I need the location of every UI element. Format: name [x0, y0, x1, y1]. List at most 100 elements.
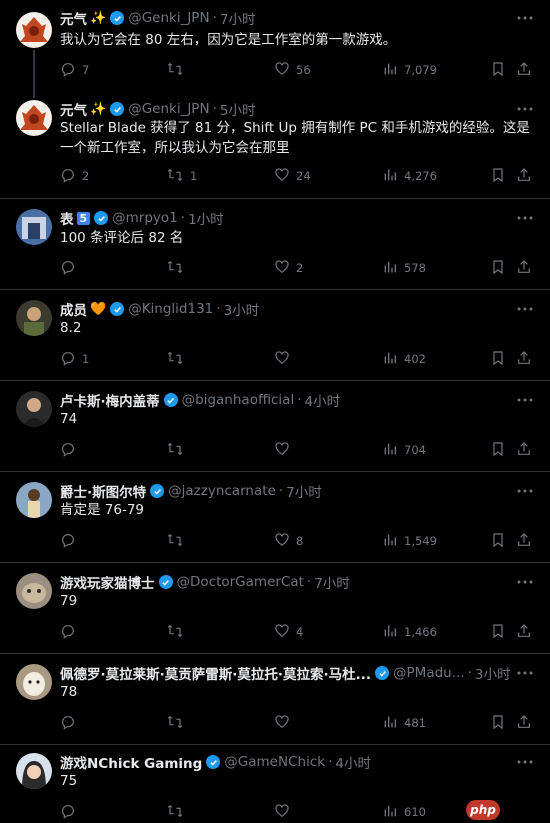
tweet[interactable]: 佩德罗·莫拉莱斯·莫贡萨雷斯·莫拉托·莫拉索·马杜... @PMadu... ·… [0, 654, 550, 744]
views-button[interactable]: 4,276 [382, 166, 437, 186]
avatar[interactable] [16, 753, 52, 789]
share-button[interactable] [516, 713, 532, 733]
author-handle[interactable]: @jazzyncarnate [168, 483, 276, 499]
more-icon[interactable] [514, 209, 536, 227]
author-name[interactable]: 佩德罗·莫拉莱斯·莫贡萨雷斯·莫拉托·莫拉索·马杜... [60, 664, 371, 682]
reply-button[interactable] [60, 258, 82, 278]
bookmark-button[interactable] [490, 166, 506, 186]
author-name[interactable]: 元气 [60, 9, 87, 27]
reply-button[interactable] [60, 440, 82, 460]
views-button[interactable]: 1,549 [382, 531, 437, 551]
author-handle[interactable]: @Genki_JPN [128, 10, 209, 26]
author-handle[interactable]: @GameNChick [224, 754, 325, 770]
more-icon[interactable] [514, 573, 536, 591]
author-name[interactable]: 爵士·斯图尔特 [60, 482, 146, 500]
author-handle[interactable]: @PMadu... [393, 665, 465, 681]
share-button[interactable] [516, 60, 532, 80]
repost-button[interactable] [166, 258, 190, 278]
avatar[interactable] [16, 482, 52, 518]
like-button[interactable] [274, 349, 296, 369]
tweet[interactable]: 元气 ✨ @Genki_JPN · 5小时 Stellar Blade 获得了 … [0, 98, 550, 198]
more-icon[interactable] [514, 391, 536, 409]
author-handle[interactable]: @Kinglid131 [128, 301, 213, 317]
reply-button[interactable]: 7 [60, 60, 89, 80]
like-button[interactable] [274, 440, 296, 460]
views-button[interactable]: 481 [382, 713, 426, 733]
views-button[interactable]: 578 [382, 258, 426, 278]
more-icon[interactable] [514, 9, 536, 27]
timestamp[interactable]: 5小时 [220, 100, 256, 118]
like-button[interactable]: 2 [274, 258, 303, 278]
views-button[interactable]: 7,079 [382, 60, 437, 80]
tweet[interactable]: 卢卡斯·梅内盖蒂 @biganhaofficial · 4小时 74 704 [0, 381, 550, 471]
bookmark-button[interactable] [490, 440, 506, 460]
bookmark-button[interactable] [490, 258, 506, 278]
more-icon[interactable] [514, 482, 536, 500]
more-icon[interactable] [514, 100, 536, 118]
bookmark-button[interactable] [490, 60, 506, 80]
bookmark-button[interactable] [490, 349, 506, 369]
share-button[interactable] [516, 622, 532, 642]
timestamp[interactable]: 7小时 [286, 482, 322, 500]
share-button[interactable] [516, 349, 532, 369]
reply-button[interactable] [60, 622, 82, 642]
repost-button[interactable] [166, 531, 190, 551]
repost-button[interactable] [166, 349, 190, 369]
timestamp[interactable]: 3小时 [224, 300, 260, 318]
bookmark-button[interactable] [490, 713, 506, 733]
repost-button[interactable] [166, 60, 190, 80]
tweet[interactable]: 元气 ✨ @Genki_JPN · 7小时 我认为它会在 80 左右，因为它是工… [0, 0, 550, 98]
author-handle[interactable]: @biganhaofficial [182, 392, 295, 408]
author-name[interactable]: 成员 [60, 300, 87, 318]
avatar[interactable] [16, 391, 52, 427]
timestamp[interactable]: 3小时 [475, 664, 510, 682]
views-button[interactable]: 1,466 [382, 622, 437, 642]
avatar[interactable] [16, 664, 52, 700]
repost-button[interactable] [166, 440, 190, 460]
avatar[interactable] [16, 300, 52, 336]
author-name[interactable]: 元气 [60, 100, 87, 118]
bookmark-button[interactable] [490, 531, 506, 551]
avatar[interactable] [16, 100, 52, 136]
views-button[interactable]: 402 [382, 349, 426, 369]
reply-button[interactable] [60, 531, 82, 551]
tweet[interactable]: 表 5 @mrpyo1 · 1小时 100 条评论后 82 名 2 578 [0, 199, 550, 289]
share-button[interactable] [516, 166, 532, 186]
avatar[interactable] [16, 573, 52, 609]
like-button[interactable]: 8 [274, 531, 303, 551]
timestamp[interactable]: 4小时 [335, 753, 371, 771]
like-button[interactable]: 56 [274, 60, 311, 80]
more-icon[interactable] [514, 300, 536, 318]
author-name[interactable]: 表 [60, 209, 74, 227]
repost-button[interactable] [166, 622, 190, 642]
timestamp[interactable]: 1小时 [188, 209, 224, 227]
like-button[interactable] [274, 713, 296, 733]
author-name[interactable]: 游戏玩家猫博士 [60, 573, 155, 591]
tweet[interactable]: 爵士·斯图尔特 @jazzyncarnate · 7小时 肯定是 76-79 8… [0, 472, 550, 562]
author-handle[interactable]: @DoctorGamerCat [177, 574, 304, 590]
share-button[interactable] [516, 440, 532, 460]
bookmark-button[interactable] [490, 622, 506, 642]
more-icon[interactable] [514, 664, 536, 682]
like-button[interactable] [274, 802, 296, 822]
like-button[interactable]: 4 [274, 622, 303, 642]
timestamp[interactable]: 7小时 [220, 9, 256, 27]
repost-button[interactable] [166, 713, 190, 733]
avatar[interactable] [16, 209, 52, 245]
reply-button[interactable]: 2 [60, 166, 89, 186]
author-handle[interactable]: @mrpyo1 [112, 210, 178, 226]
author-name[interactable]: 游戏NChick Gaming [60, 753, 202, 771]
timestamp[interactable]: 7小时 [314, 573, 350, 591]
repost-button[interactable] [166, 802, 190, 822]
tweet[interactable]: 成员 🧡 @Kinglid131 · 3小时 8.2 1 402 [0, 290, 550, 380]
tweet[interactable]: 游戏玩家猫博士 @DoctorGamerCat · 7小时 79 4 1,466 [0, 563, 550, 653]
author-name[interactable]: 卢卡斯·梅内盖蒂 [60, 391, 160, 409]
more-icon[interactable] [514, 753, 536, 771]
like-button[interactable]: 24 [274, 166, 311, 186]
views-button[interactable]: 610 [382, 802, 426, 822]
reply-button[interactable] [60, 802, 82, 822]
share-button[interactable] [516, 258, 532, 278]
avatar[interactable] [16, 12, 52, 48]
reply-button[interactable] [60, 713, 82, 733]
views-button[interactable]: 704 [382, 440, 426, 460]
